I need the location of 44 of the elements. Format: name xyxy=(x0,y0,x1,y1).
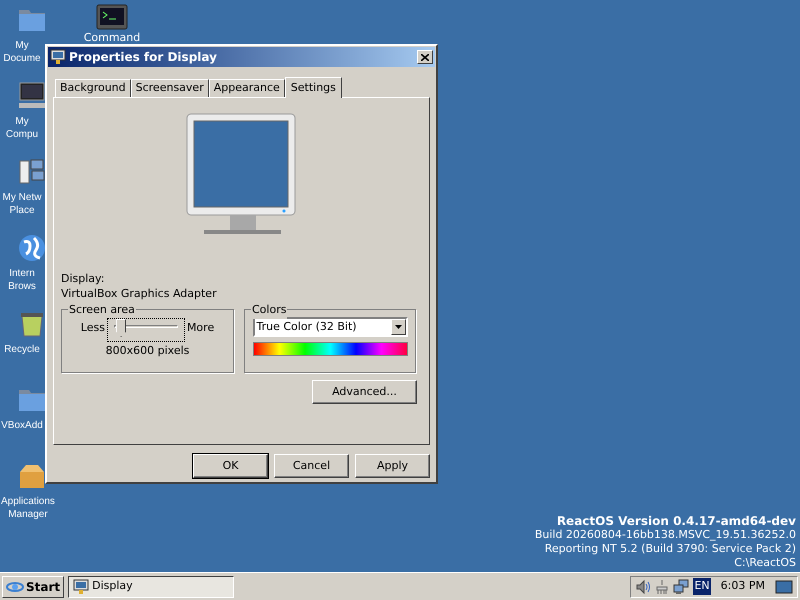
more-label: More xyxy=(186,320,214,336)
window-title: Properties for Display xyxy=(69,49,218,66)
version-text: Reporting NT 5.2 (Build 3790: Service Pack 2) xyxy=(544,542,796,556)
desktop-icon-label[interactable]: Command xyxy=(84,32,140,43)
clock: 6:03 PM xyxy=(720,578,766,594)
color-depth-dropdown[interactable]: True Color (32 Bit) xyxy=(252,317,408,337)
network-plug-icon[interactable] xyxy=(655,578,670,594)
version-text: ReactOS Version 0.4.17-amd64-dev xyxy=(556,514,796,528)
desktop-icon-label[interactable]: Intern Brows xyxy=(0,267,44,293)
speaker-icon[interactable] xyxy=(635,578,652,594)
monitor-icon xyxy=(50,49,66,65)
resolution-value: 800x600 pixels xyxy=(106,343,190,359)
version-text: Build 20260804-16bb138.MSVC_19.51.36252.0 xyxy=(534,528,796,542)
tab[interactable]: Appearance xyxy=(208,79,285,97)
dialog-button[interactable]: OK xyxy=(193,454,268,478)
desktop-icon-label[interactable]: My Netw Place xyxy=(0,191,44,217)
dialog-button[interactable]: Cancel xyxy=(274,454,349,478)
version-text: C:\ReactOS xyxy=(734,556,796,570)
taskbar-button[interactable]: Display xyxy=(68,576,234,598)
close-icon xyxy=(421,54,429,60)
dialog-button[interactable]: Apply xyxy=(355,454,430,478)
tab[interactable]: Settings xyxy=(284,77,342,98)
terminal-icon[interactable] xyxy=(96,4,128,32)
resolution-slider[interactable] xyxy=(106,318,185,342)
desktop-icon-label[interactable]: My Docume xyxy=(0,39,44,65)
desktop-icon[interactable] xyxy=(775,580,793,594)
display-label: Display: xyxy=(61,271,106,286)
start-button[interactable]: Start xyxy=(2,576,64,598)
start-logo-icon xyxy=(6,580,24,594)
tab[interactable]: Background xyxy=(55,79,131,97)
close-button[interactable] xyxy=(417,50,433,64)
desktop-icon-label[interactable]: My Compu xyxy=(0,115,44,141)
desktop-icon-label[interactable]: Applications Manager xyxy=(0,495,56,521)
monitor-icon xyxy=(73,578,90,594)
tab[interactable]: Screensaver xyxy=(130,79,209,97)
advanced-button[interactable]: Advanced... xyxy=(312,380,417,404)
slider-thumb[interactable] xyxy=(116,319,126,337)
less-label: Less xyxy=(80,320,105,336)
network-computers-icon[interactable] xyxy=(673,578,690,594)
group-title: Colors xyxy=(251,302,288,318)
adapter-name: VirtualBox Graphics Adapter xyxy=(61,286,218,301)
desktop-icon-label[interactable]: Recycle xyxy=(0,343,44,356)
language-indicator[interactable]: EN xyxy=(693,578,711,595)
desktop-icon-label[interactable]: VBoxAdd xyxy=(0,419,44,432)
